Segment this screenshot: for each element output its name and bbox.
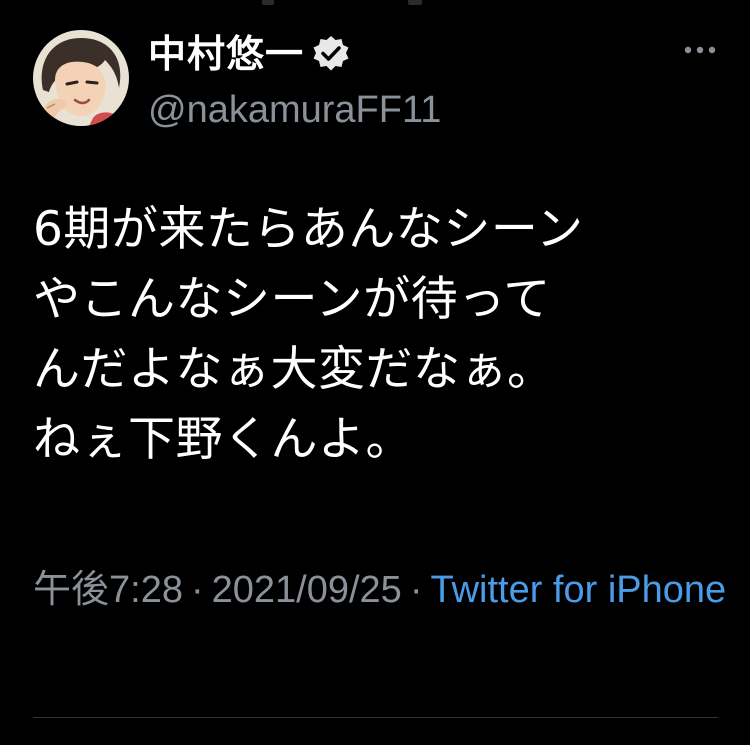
tweet-text: 6期が来たらあんなシーン やこんなシーンが待って んだよなぁ大変だなぁ。 ねぇ下… [33,202,584,467]
previous-item-fragment [262,0,274,5]
divider [33,717,718,718]
previous-item-edge [0,0,750,8]
tweet-date[interactable]: 2021/09/25 [212,569,402,611]
avatar-illustration [33,30,129,126]
meta-separator: · [190,569,204,611]
meta-separator: · [409,569,423,611]
tweet-time[interactable]: 午後7:28 [33,569,183,611]
previous-item-fragment [408,0,422,5]
author-display-name[interactable]: 中村悠一 [148,32,304,76]
tweet-source-link[interactable]: Twitter for iPhone [430,569,726,611]
tweet-metadata: 午後7:28 · 2021/09/25 · Twitter for iPhone [33,548,733,632]
author-display-name-row[interactable]: 中村悠一 [148,32,350,76]
verified-badge-icon [312,35,350,73]
author-handle[interactable]: @nakamuraFF11 [148,86,441,134]
avatar[interactable] [33,30,129,126]
more-options-icon[interactable] [680,38,720,62]
